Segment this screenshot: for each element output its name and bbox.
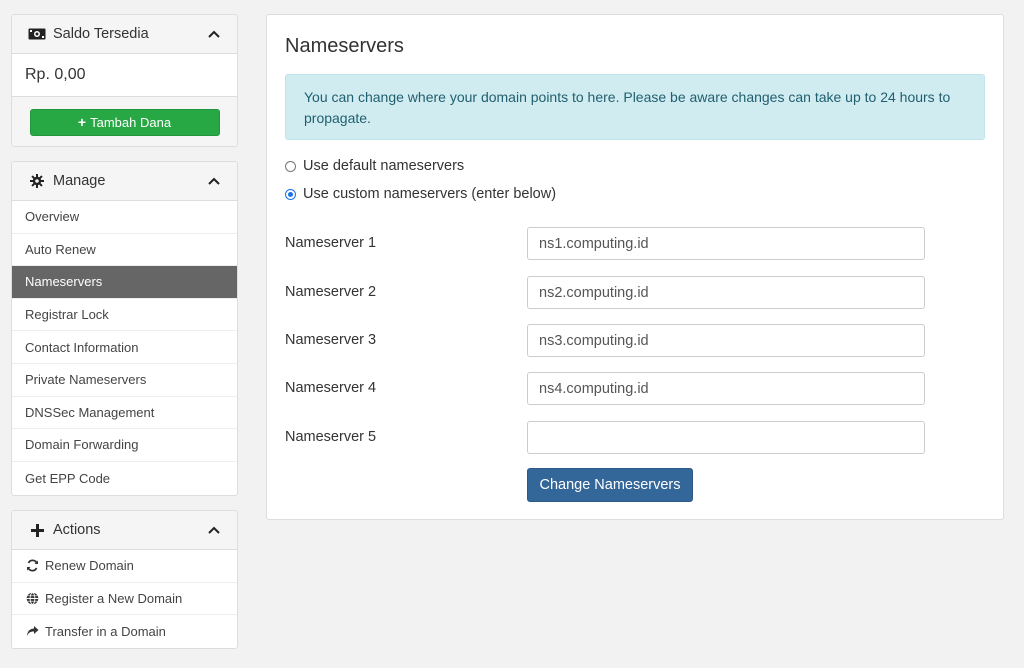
refresh-icon [25, 559, 39, 573]
sidebar-item-label: Domain Forwarding [25, 437, 139, 453]
sidebar-item-label: Contact Information [25, 339, 139, 355]
page-title: Nameservers [285, 35, 404, 57]
balance-panel: Saldo Tersedia Rp. 0,00 + Tambah Dana [11, 14, 238, 147]
sidebar-item-label: Get EPP Code [25, 470, 111, 486]
sidebar-item-label: Auto Renew [25, 241, 96, 257]
plus-icon [28, 521, 46, 539]
sidebar-item-overview[interactable]: Overview [12, 201, 237, 234]
nameserver-4-input[interactable] [527, 372, 925, 405]
balance-panel-title: Saldo Tersedia [53, 26, 149, 42]
nameserver-2-input[interactable] [527, 276, 925, 309]
chevron-up-icon[interactable] [207, 174, 221, 188]
nameserver-3-label: Nameserver 3 [285, 332, 377, 348]
nameserver-1-input[interactable] [527, 227, 925, 260]
globe-icon [25, 591, 39, 605]
balance-amount: Rp. 0,00 [12, 54, 237, 97]
nameserver-5-input[interactable] [527, 421, 925, 454]
radio-default-nameservers[interactable]: Use default nameservers [285, 158, 464, 174]
radio-label: Use custom nameservers (enter below) [303, 186, 557, 202]
sidebar-item-contact-information[interactable]: Contact Information [12, 331, 237, 364]
money-icon [28, 25, 46, 43]
nameservers-panel: Nameservers You can change where your do… [266, 14, 1004, 520]
radio-custom-nameservers[interactable]: Use custom nameservers (enter below) [285, 186, 556, 202]
add-funds-button[interactable]: + Tambah Dana [29, 108, 220, 136]
actions-panel: Actions Renew Domain Register a New Doma… [11, 510, 238, 649]
sidebar-item-nameservers[interactable]: Nameservers [12, 266, 237, 299]
action-label: Register a New Domain [45, 590, 183, 606]
manage-panel: Manage Overview Auto Renew Nameservers R… [11, 161, 238, 496]
plus-icon: + [77, 114, 87, 130]
manage-panel-header[interactable]: Manage [12, 162, 237, 201]
nameserver-4-label: Nameserver 4 [285, 380, 377, 396]
manage-panel-title: Manage [53, 173, 106, 189]
actions-panel-title: Actions [53, 522, 101, 538]
radio-button[interactable] [285, 160, 296, 172]
sidebar-item-auto-renew[interactable]: Auto Renew [12, 234, 237, 267]
nameserver-3-input[interactable] [527, 324, 925, 357]
change-nameservers-button[interactable]: Change Nameservers [527, 468, 693, 502]
gear-icon [28, 172, 46, 190]
radio-button[interactable] [285, 188, 296, 200]
info-alert: You can change where your domain points … [285, 74, 985, 140]
nameserver-5-label: Nameserver 5 [285, 429, 377, 445]
chevron-up-icon[interactable] [207, 523, 221, 537]
sidebar-item-dnssec-management[interactable]: DNSSec Management [12, 397, 237, 430]
action-register-new-domain[interactable]: Register a New Domain [12, 583, 237, 616]
sidebar-item-label: DNSSec Management [25, 404, 155, 420]
sidebar-item-label: Private Nameservers [25, 372, 147, 388]
nameserver-2-label: Nameserver 2 [285, 284, 377, 300]
balance-footer: + Tambah Dana [12, 97, 237, 146]
nameserver-1-label: Nameserver 1 [285, 235, 377, 251]
add-funds-label: Tambah Dana [90, 114, 172, 130]
sidebar-item-label: Registrar Lock [25, 307, 109, 323]
sidebar-item-get-epp-code[interactable]: Get EPP Code [12, 462, 237, 495]
action-transfer-domain[interactable]: Transfer in a Domain [12, 615, 237, 648]
action-label: Renew Domain [45, 558, 134, 574]
balance-panel-header[interactable]: Saldo Tersedia [12, 15, 237, 54]
sidebar-item-registrar-lock[interactable]: Registrar Lock [12, 299, 237, 332]
share-icon [25, 624, 39, 638]
action-label: Transfer in a Domain [45, 623, 166, 639]
action-renew-domain[interactable]: Renew Domain [12, 550, 237, 583]
sidebar-item-label: Nameservers [25, 274, 103, 290]
radio-label: Use default nameservers [303, 158, 465, 174]
sidebar-item-domain-forwarding[interactable]: Domain Forwarding [12, 429, 237, 462]
actions-panel-header[interactable]: Actions [12, 511, 237, 550]
chevron-up-icon[interactable] [207, 27, 221, 41]
sidebar-item-label: Overview [25, 209, 80, 225]
sidebar-item-private-nameservers[interactable]: Private Nameservers [12, 364, 237, 397]
